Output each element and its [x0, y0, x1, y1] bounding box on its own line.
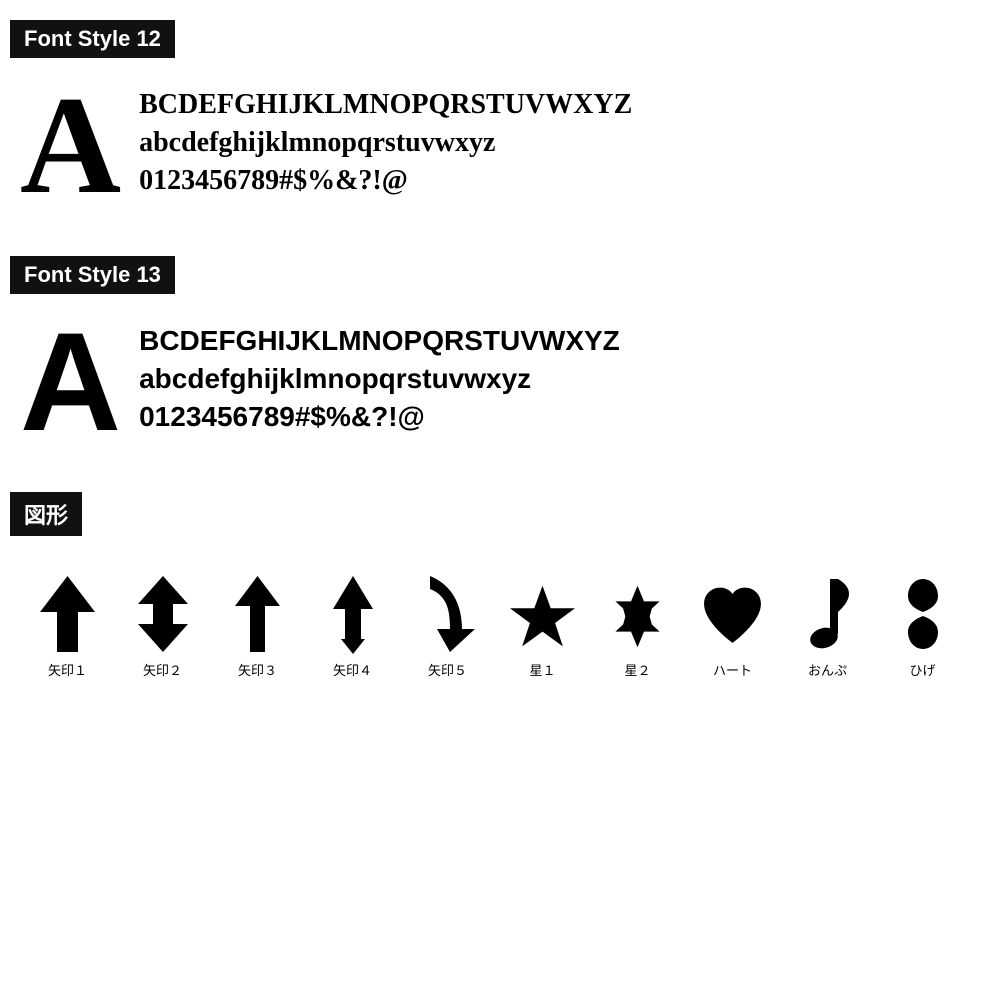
- arrow2-icon: [130, 574, 195, 654]
- font-style-12-line-3: 0123456789#$%&?!@: [139, 162, 632, 200]
- font-style-12-line-2: abcdefghijklmnopqrstuvwxyz: [139, 124, 632, 162]
- arrow5-label: 矢印５: [428, 660, 467, 679]
- font-style-12-chars: BCDEFGHIJKLMNOPQRSTUVWXYZ abcdefghijklmn…: [139, 76, 632, 199]
- font-style-13-header: Font Style 13: [10, 256, 175, 294]
- symbol-star2: 星２: [590, 574, 685, 679]
- star1-icon: [510, 574, 575, 654]
- note-label: おんぷ: [808, 660, 847, 679]
- symbol-arrow2: 矢印２: [115, 574, 210, 679]
- font-style-12-big-letter: A: [20, 76, 121, 216]
- symbol-heart: ハート: [685, 574, 780, 679]
- font-style-13-section: Font Style 13 A BCDEFGHIJKLMNOPQRSTUVWXY…: [10, 256, 980, 452]
- symbols-grid: 矢印１ 矢印２ 矢印３: [10, 554, 980, 699]
- symbol-note: おんぷ: [780, 574, 875, 679]
- font-style-12-header: Font Style 12: [10, 20, 175, 58]
- arrow1-icon: [35, 574, 100, 654]
- arrow3-label: 矢印３: [238, 660, 277, 679]
- arrow4-label: 矢印４: [333, 660, 372, 679]
- arrow5-icon: [415, 574, 480, 654]
- symbol-arrow3: 矢印３: [210, 574, 305, 679]
- font-style-13-big-letter: A: [20, 312, 121, 452]
- font-style-13-line-3: 0123456789#$%&?!@: [139, 398, 620, 436]
- font-style-12-line-1: BCDEFGHIJKLMNOPQRSTUVWXYZ: [139, 86, 632, 124]
- arrow3-icon: [225, 574, 290, 654]
- font-style-13-line-2: abcdefghijklmnopqrstuvwxyz: [139, 360, 620, 398]
- arrow1-label: 矢印１: [48, 660, 87, 679]
- arrow2-label: 矢印２: [143, 660, 182, 679]
- moustache-label: ひげ: [909, 660, 935, 679]
- moustache-icon: [890, 574, 955, 654]
- star2-icon: [605, 574, 670, 654]
- font-style-13-chars: BCDEFGHIJKLMNOPQRSTUVWXYZ abcdefghijklmn…: [139, 312, 620, 435]
- symbol-star1: 星１: [495, 574, 590, 679]
- heart-label: ハート: [713, 660, 752, 679]
- symbol-arrow1: 矢印１: [20, 574, 115, 679]
- heart-icon: [700, 574, 765, 654]
- star2-label: 星２: [624, 660, 650, 679]
- font-style-12-section: Font Style 12 A BCDEFGHIJKLMNOPQRSTUVWXY…: [10, 20, 980, 216]
- shapes-section: 図形 矢印１ 矢印２: [10, 492, 980, 699]
- symbol-arrow5: 矢印５: [400, 574, 495, 679]
- shapes-header: 図形: [10, 492, 82, 536]
- font-style-12-display: A BCDEFGHIJKLMNOPQRSTUVWXYZ abcdefghijkl…: [10, 76, 980, 216]
- font-style-13-display: A BCDEFGHIJKLMNOPQRSTUVWXYZ abcdefghijkl…: [10, 312, 980, 452]
- note-icon: [795, 574, 860, 654]
- star1-label: 星１: [529, 660, 555, 679]
- arrow4-icon: [320, 574, 385, 654]
- symbol-moustache: ひげ: [875, 574, 970, 679]
- page-container: Font Style 12 A BCDEFGHIJKLMNOPQRSTUVWXY…: [0, 0, 1000, 719]
- font-style-13-line-1: BCDEFGHIJKLMNOPQRSTUVWXYZ: [139, 322, 620, 360]
- symbol-arrow4: 矢印４: [305, 574, 400, 679]
